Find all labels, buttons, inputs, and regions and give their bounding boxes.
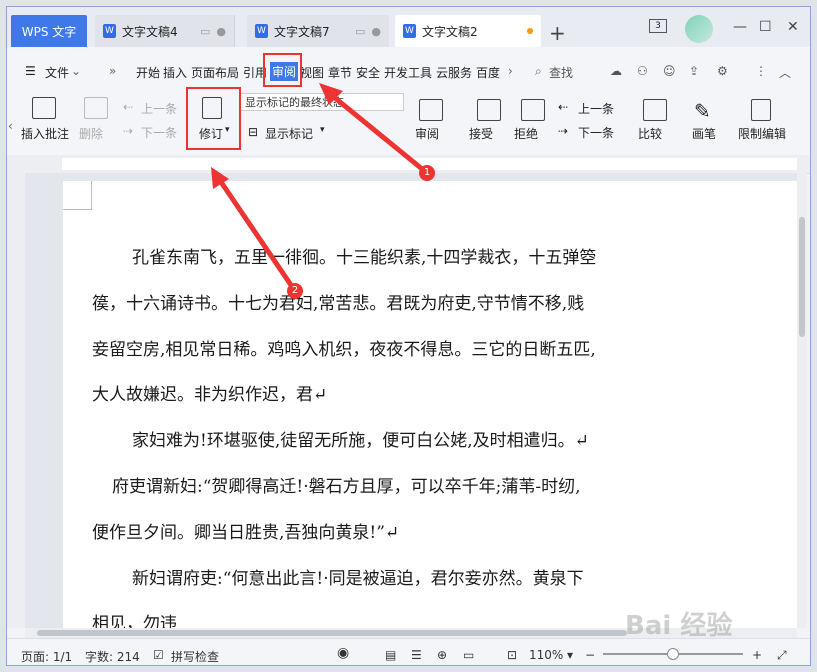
annotation-arrows: [211, 83, 429, 293]
read-mode-icon[interactable]: ▭: [463, 648, 474, 662]
web-view-icon[interactable]: ⊕: [437, 648, 447, 662]
annotation-badge-2: 2: [287, 283, 303, 299]
status-bar: 页面: 1/1 字数: 214 ☑ 拼写检查 ◉ ▤ ☰ ⊕ ▭ ⊡ 110% …: [7, 638, 810, 665]
ruler-tick: [810, 165, 811, 169]
zoom-level[interactable]: 110%: [529, 648, 563, 662]
spellcheck-button[interactable]: 拼写检查: [171, 648, 219, 665]
fullscreen-icon[interactable]: ⤢: [777, 648, 787, 663]
annotation-badge-1: 1: [419, 165, 435, 181]
checkbox-icon[interactable]: ☑: [153, 648, 164, 662]
word-count[interactable]: 字数: 214: [85, 648, 140, 665]
page-indicator[interactable]: 页面: 1/1: [21, 648, 72, 665]
fit-page-icon[interactable]: ⊡: [507, 648, 517, 662]
arrow-2-line: [216, 177, 298, 293]
chevron-down-icon[interactable]: ▾: [567, 648, 573, 662]
zoom-in-button[interactable]: +: [752, 648, 762, 662]
eye-icon[interactable]: ◉: [337, 645, 349, 661]
arrow-1-line: [327, 91, 429, 175]
outline-view-icon[interactable]: ☰: [411, 648, 422, 662]
zoom-out-button[interactable]: −: [585, 648, 595, 662]
zoom-slider-thumb[interactable]: [667, 648, 679, 660]
page-view-icon[interactable]: ▤: [385, 648, 396, 662]
wps-window: WPS 文字 W 文字文稿4 ▭ ● W 文字文稿7 ▭ ● W 文字文稿2 +…: [6, 6, 811, 666]
watermark: Bai 经验: [625, 611, 733, 641]
